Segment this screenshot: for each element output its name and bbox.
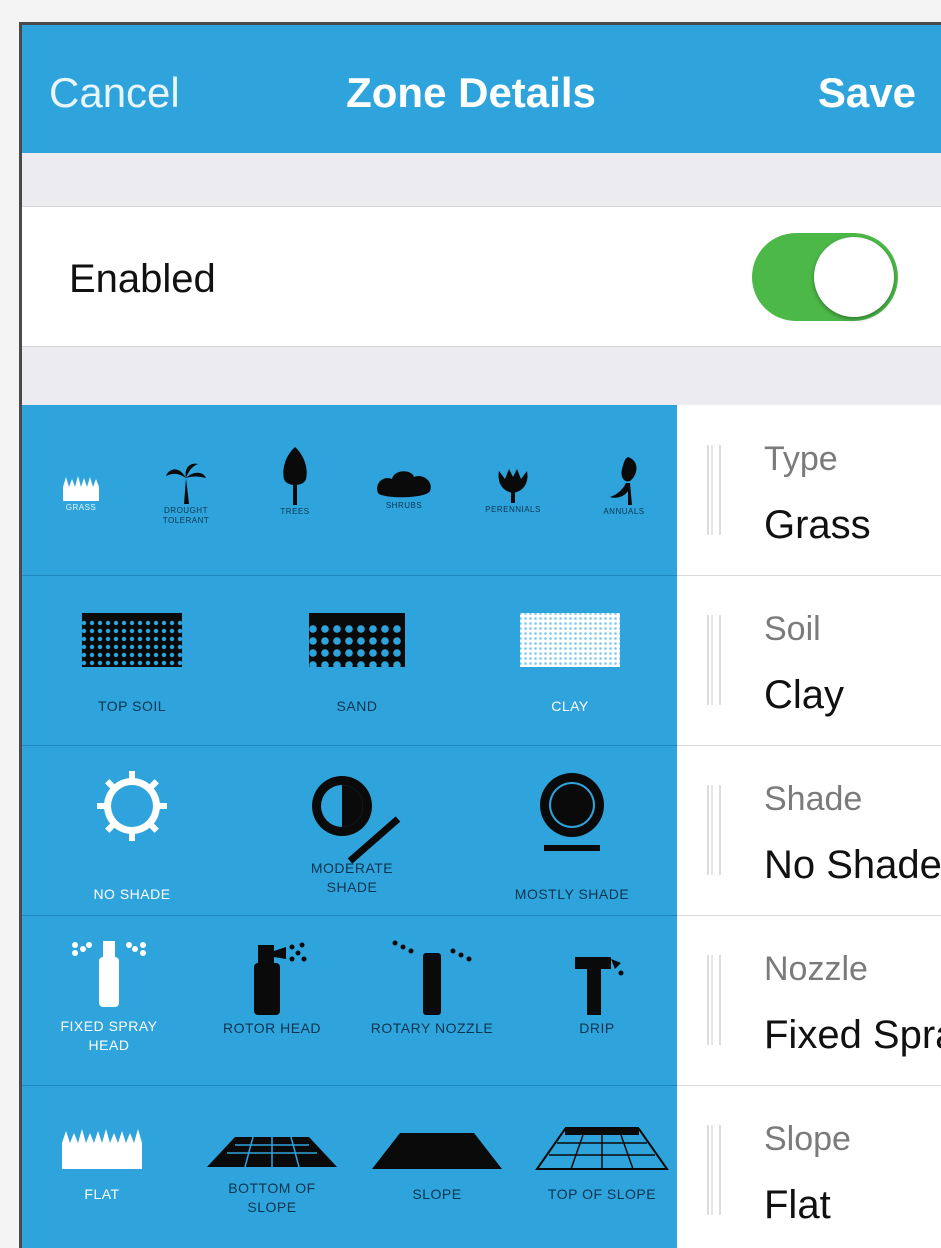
option-perennials[interactable]: Perennials <box>477 465 549 515</box>
flat-icon <box>62 1129 142 1169</box>
setting-row-type[interactable]: Type Grass <box>677 405 941 576</box>
option-sand[interactable]: SAND <box>292 611 422 716</box>
option-label: SAND <box>336 698 378 714</box>
option-drip[interactable]: DRIP <box>542 937 652 1038</box>
setting-label: Shade <box>764 780 863 818</box>
setting-value: Grass <box>764 503 871 547</box>
tree-icon <box>283 447 307 505</box>
setting-label: Nozzle <box>764 950 868 988</box>
option-no-shade[interactable]: NO SHADE <box>72 769 192 904</box>
setting-row-slope[interactable]: Slope Flat <box>677 1085 941 1248</box>
shade-row: NO SHADE MODERATE SHADE MOSTLY SHADE <box>22 745 677 916</box>
enabled-row: Enabled <box>22 207 941 347</box>
topsoil-icon <box>82 613 182 667</box>
setting-row-nozzle[interactable]: Nozzle Fixed Spray Head <box>677 915 941 1086</box>
toggle-knob <box>814 237 894 317</box>
enabled-toggle[interactable] <box>752 233 898 321</box>
navigation-bar: Cancel Zone Details Save <box>22 25 941 153</box>
option-label: DRIP <box>579 1020 615 1036</box>
flower-icon <box>498 469 528 503</box>
sand-icon <box>309 613 405 667</box>
option-clay[interactable]: CLAY <box>505 611 635 716</box>
option-label: FLAT <box>84 1186 120 1202</box>
setting-value: No Shade <box>764 843 941 887</box>
option-trees[interactable]: Trees <box>267 445 323 517</box>
page-title: Zone Details <box>22 69 941 117</box>
option-moderate-shade[interactable]: MODERATE SHADE <box>292 769 412 897</box>
option-label: ROTOR HEAD <box>222 1020 322 1036</box>
option-label: Trees <box>280 507 310 516</box>
option-fixed-spray-head[interactable]: FIXED SPRAY HEAD <box>44 937 174 1055</box>
app-frame: Cancel Zone Details Save Enabled Grass <box>19 22 941 1248</box>
mostly-shade-icon <box>540 773 604 851</box>
option-label: CLAY <box>551 698 589 714</box>
fixed-spray-head-icon <box>72 941 146 1007</box>
option-label: Annuals <box>603 507 645 516</box>
top-of-slope-icon <box>535 1127 669 1170</box>
page-title-text: Zone Details <box>346 69 596 116</box>
setting-label: Type <box>764 440 838 478</box>
option-top-of-slope[interactable]: TOP OF SLOPE <box>527 1125 677 1204</box>
clay-icon <box>520 613 620 667</box>
slope-icon <box>372 1133 502 1169</box>
option-shrubs[interactable]: Shrubs <box>369 467 439 511</box>
option-flat[interactable]: FLAT <box>47 1125 157 1204</box>
rotor-head-icon <box>254 942 307 1015</box>
setting-value: Fixed Spray Head <box>764 1013 941 1057</box>
slope-row: FLAT BOTTOM OF SLOPE SLOPE TOP OF SLOPE <box>22 1085 677 1248</box>
option-label: Shrubs <box>385 501 423 510</box>
option-rotor-head[interactable]: ROTOR HEAD <box>207 937 337 1038</box>
option-mostly-shade[interactable]: MOSTLY SHADE <box>492 769 652 904</box>
annual-icon <box>610 457 637 505</box>
setting-value: Clay <box>764 673 845 717</box>
option-label: ROTARY NOZZLE <box>370 1020 494 1036</box>
section-spacer <box>22 347 941 405</box>
rotary-nozzle-icon <box>392 940 472 1015</box>
no-shade-icon <box>97 771 167 841</box>
grass-icon <box>63 476 99 501</box>
section-spacer <box>22 153 941 207</box>
soil-row: TOP SOIL SAND CLAY <box>22 575 677 746</box>
option-label: MODERATE SHADE <box>310 860 394 895</box>
option-label: Drought tolerant <box>162 506 210 525</box>
option-annuals[interactable]: Annuals <box>589 453 659 517</box>
option-label: Grass <box>65 503 97 512</box>
option-slope[interactable]: SLOPE <box>367 1125 507 1204</box>
vegetation-row: Grass Drought tolerant Trees <box>22 405 677 576</box>
option-label: NO SHADE <box>93 886 171 902</box>
drag-handle-icon[interactable] <box>707 1125 721 1215</box>
zone-option-picker: Grass Drought tolerant Trees <box>22 405 677 1248</box>
option-label: TOP SOIL <box>97 698 167 714</box>
setting-label: Soil <box>764 610 821 648</box>
option-top-soil[interactable]: TOP SOIL <box>67 611 197 716</box>
drag-handle-icon[interactable] <box>707 615 721 705</box>
option-bottom-of-slope[interactable]: BOTTOM OF SLOPE <box>202 1125 342 1217</box>
option-label: Perennials <box>485 505 541 514</box>
nozzle-row: FIXED SPRAY HEAD ROTOR HEAD ROTARY NOZZL… <box>22 915 677 1086</box>
option-label: FIXED SPRAY HEAD <box>60 1018 158 1053</box>
drag-handle-icon[interactable] <box>707 785 721 875</box>
setting-value: Flat <box>764 1183 831 1227</box>
drip-icon <box>575 957 624 1015</box>
drag-handle-icon[interactable] <box>707 955 721 1045</box>
option-label: SLOPE <box>412 1186 462 1202</box>
option-label: MOSTLY SHADE <box>514 886 630 902</box>
drag-handle-icon[interactable] <box>707 445 721 535</box>
zone-settings-list: Type Grass Soil Clay Shade No Shade Nozz… <box>677 405 941 1248</box>
bottom-of-slope-icon <box>207 1136 337 1168</box>
save-button[interactable]: Save <box>818 69 916 117</box>
enabled-label: Enabled <box>69 257 216 301</box>
option-rotary-nozzle[interactable]: ROTARY NOZZLE <box>352 937 512 1038</box>
setting-row-soil[interactable]: Soil Clay <box>677 575 941 746</box>
palm-icon <box>166 463 206 504</box>
setting-label: Slope <box>764 1120 851 1158</box>
setting-row-shade[interactable]: Shade No Shade <box>677 745 941 916</box>
option-drought-tolerant[interactable]: Drought tolerant <box>150 460 222 526</box>
option-label: BOTTOM OF SLOPE <box>228 1180 316 1215</box>
option-grass[interactable]: Grass <box>52 473 110 513</box>
option-label: TOP OF SLOPE <box>547 1186 657 1202</box>
moderate-shade-icon <box>312 776 401 864</box>
shrub-icon <box>377 471 431 498</box>
